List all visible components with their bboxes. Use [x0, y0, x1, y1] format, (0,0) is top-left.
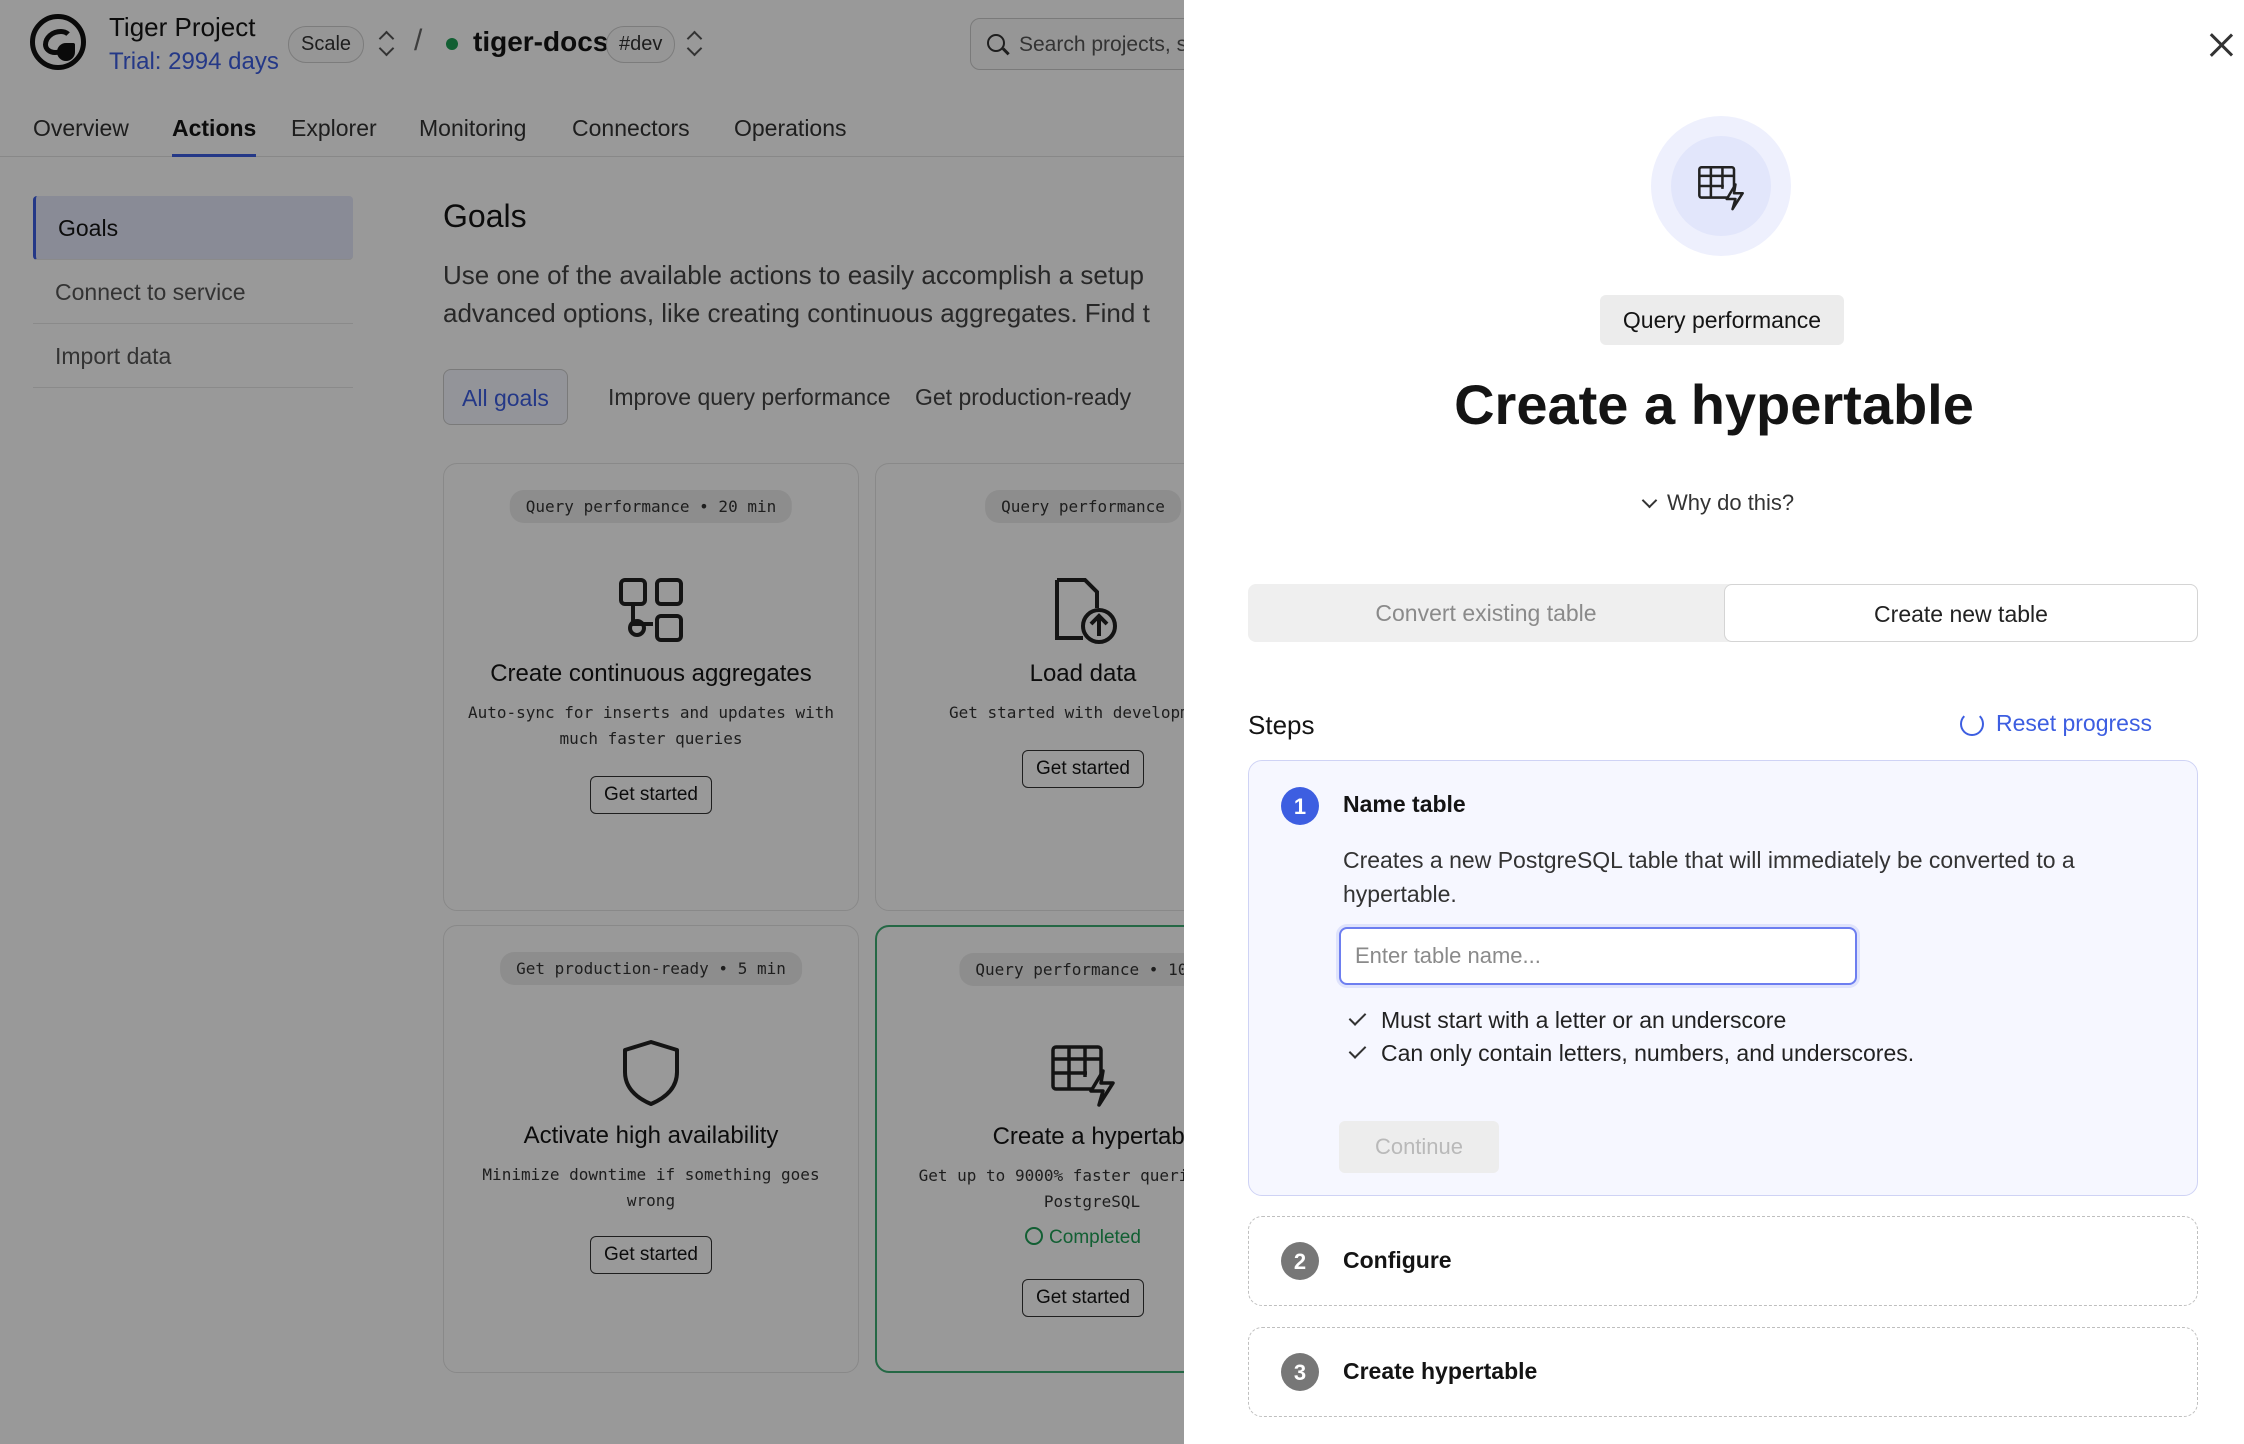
validation-rule: Can only contain letters, numbers, and u…: [1348, 1040, 1915, 1067]
table-mode-toggle: Convert existing table Create new table: [1248, 584, 2198, 642]
modal-backdrop[interactable]: [0, 0, 1184, 1444]
create-new-table-option[interactable]: Create new table: [1724, 584, 2198, 642]
check-icon: [1348, 1041, 1367, 1059]
convert-existing-table-option[interactable]: Convert existing table: [1248, 584, 1724, 642]
step-title: Create hypertable: [1343, 1358, 1538, 1384]
step-name-table: 1 Name table Creates a new PostgreSQL ta…: [1248, 760, 2198, 1196]
drawer-title: Create a hypertable: [1454, 373, 1974, 436]
hypertable-icon: [1698, 165, 1744, 211]
rule-text: Can only contain letters, numbers, and u…: [1381, 1040, 1915, 1066]
table-name-input[interactable]: [1339, 927, 1857, 985]
continue-button[interactable]: Continue: [1339, 1121, 1499, 1173]
reset-label: Reset progress: [1996, 710, 2152, 736]
rule-text: Must start with a letter or an underscor…: [1381, 1007, 1787, 1033]
reset-progress-button[interactable]: Reset progress: [1960, 710, 2152, 737]
step-number: 1: [1281, 787, 1319, 825]
why-toggle[interactable]: Why do this?: [1641, 490, 1795, 516]
category-badge: Query performance: [1600, 295, 1844, 345]
step-create-hypertable[interactable]: 3 Create hypertable: [1248, 1327, 2198, 1417]
steps-heading: Steps: [1248, 710, 1315, 740]
chevron-down-icon: [1641, 492, 1658, 509]
step-number: 3: [1281, 1353, 1319, 1391]
step-description: Creates a new PostgreSQL table that will…: [1343, 847, 2075, 907]
step-configure[interactable]: 2 Configure: [1248, 1216, 2198, 1306]
step-number: 2: [1281, 1242, 1319, 1280]
why-label: Why do this?: [1667, 490, 1795, 515]
reset-icon: [1960, 712, 1984, 736]
hero-icon-badge: [1651, 116, 1791, 256]
check-icon: [1348, 1008, 1367, 1026]
validation-rule: Must start with a letter or an underscor…: [1348, 1007, 1787, 1034]
step-title: Configure: [1343, 1247, 1452, 1273]
step-title: Name table: [1343, 791, 1466, 817]
goal-drawer: Query performance Create a hypertable Wh…: [1184, 0, 2244, 1444]
close-icon[interactable]: [2204, 28, 2238, 62]
